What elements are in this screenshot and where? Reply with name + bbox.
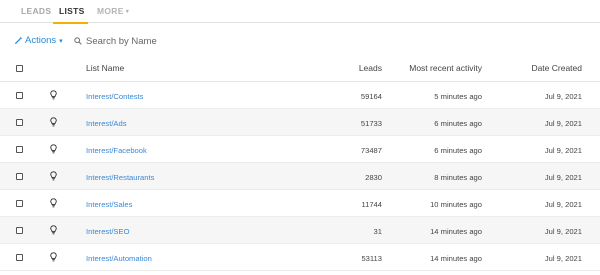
caret-down-icon: ▾ <box>59 37 63 45</box>
date-created: Jul 9, 2021 <box>544 227 582 236</box>
recent-activity: 14 minutes ago <box>430 254 482 263</box>
row-checkbox[interactable] <box>16 92 23 99</box>
list-name-link[interactable]: Interest/Automation <box>86 254 152 263</box>
leads-count: 53113 <box>361 254 382 263</box>
lightbulb-icon <box>50 198 57 208</box>
list-name-link[interactable]: Interest/Facebook <box>86 146 147 155</box>
tab-lists[interactable]: LISTS <box>59 6 85 16</box>
table-header: List Name Leads Most recent activity Dat… <box>0 57 600 82</box>
recent-activity: 10 minutes ago <box>430 200 482 209</box>
table-row[interactable]: Interest/Facebook 73487 6 minutes ago Ju… <box>0 136 600 163</box>
lightbulb-icon <box>50 225 57 235</box>
tab-leads[interactable]: LEADS <box>21 6 51 16</box>
tab-bar: LEADS LISTS MORE ▾ <box>0 0 600 24</box>
leads-count: 31 <box>373 227 382 236</box>
recent-activity: 6 minutes ago <box>434 146 482 155</box>
list-name-link[interactable]: Interest/SEO <box>86 227 129 236</box>
leads-count: 51733 <box>360 119 382 128</box>
lightbulb-icon <box>50 144 57 154</box>
list-name-link[interactable]: Interest/Sales <box>86 200 132 209</box>
row-checkbox[interactable] <box>16 146 23 153</box>
list-name-link[interactable]: Interest/Ads <box>86 119 127 128</box>
magic-wand-icon <box>14 36 23 45</box>
search-input[interactable] <box>86 35 206 47</box>
search-box <box>74 33 214 49</box>
tab-more-label: MORE <box>97 6 124 16</box>
date-created: Jul 9, 2021 <box>544 146 582 155</box>
list-name-link[interactable]: Interest/Restaurants <box>86 173 154 182</box>
row-checkbox[interactable] <box>16 119 23 126</box>
leads-count: 73487 <box>360 146 382 155</box>
search-icon <box>74 37 82 45</box>
lightbulb-icon <box>50 117 57 127</box>
chevron-down-icon: ▾ <box>125 9 130 15</box>
lightbulb-icon <box>50 90 57 100</box>
list-name-link[interactable]: Interest/Contests <box>86 92 143 101</box>
recent-activity: 6 minutes ago <box>434 119 482 128</box>
leads-count: 2830 <box>365 173 382 182</box>
table-row[interactable]: Interest/Ads 51733 6 minutes ago Jul 9, … <box>0 109 600 136</box>
toolbar: Actions ▾ <box>0 23 600 57</box>
column-header-list-name[interactable]: List Name <box>86 63 124 73</box>
date-created: Jul 9, 2021 <box>544 200 582 209</box>
row-checkbox[interactable] <box>16 254 23 261</box>
table-row[interactable]: Interest/Restaurants 2830 8 minutes ago … <box>0 163 600 190</box>
leads-count: 59164 <box>360 92 382 101</box>
column-header-activity[interactable]: Most recent activity <box>409 63 482 73</box>
table-row[interactable]: Interest/Contests 59164 5 minutes ago Ju… <box>0 82 600 109</box>
column-header-leads[interactable]: Leads <box>359 63 382 73</box>
date-created: Jul 9, 2021 <box>544 119 582 128</box>
recent-activity: 5 minutes ago <box>434 92 482 101</box>
row-checkbox[interactable] <box>16 227 23 234</box>
table-row[interactable]: Interest/SEO 31 14 minutes ago Jul 9, 20… <box>0 217 600 244</box>
lightbulb-icon <box>50 171 57 181</box>
column-header-date[interactable]: Date Created <box>531 63 582 73</box>
recent-activity: 8 minutes ago <box>434 173 482 182</box>
row-checkbox[interactable] <box>16 173 23 180</box>
recent-activity: 14 minutes ago <box>430 227 482 236</box>
row-checkbox[interactable] <box>16 200 23 207</box>
tab-more[interactable]: MORE ▾ <box>97 6 129 16</box>
leads-count: 11744 <box>361 200 382 209</box>
actions-button[interactable]: Actions ▾ <box>14 35 63 46</box>
table-row[interactable]: Interest/Automation 53113 14 minutes ago… <box>0 244 600 271</box>
date-created: Jul 9, 2021 <box>544 92 582 101</box>
lightbulb-icon <box>50 252 57 262</box>
table-row[interactable]: Interest/Sales 11744 10 minutes ago Jul … <box>0 190 600 217</box>
actions-label: Actions <box>25 35 57 46</box>
date-created: Jul 9, 2021 <box>544 254 582 263</box>
date-created: Jul 9, 2021 <box>544 173 582 182</box>
select-all-checkbox[interactable] <box>16 65 23 72</box>
